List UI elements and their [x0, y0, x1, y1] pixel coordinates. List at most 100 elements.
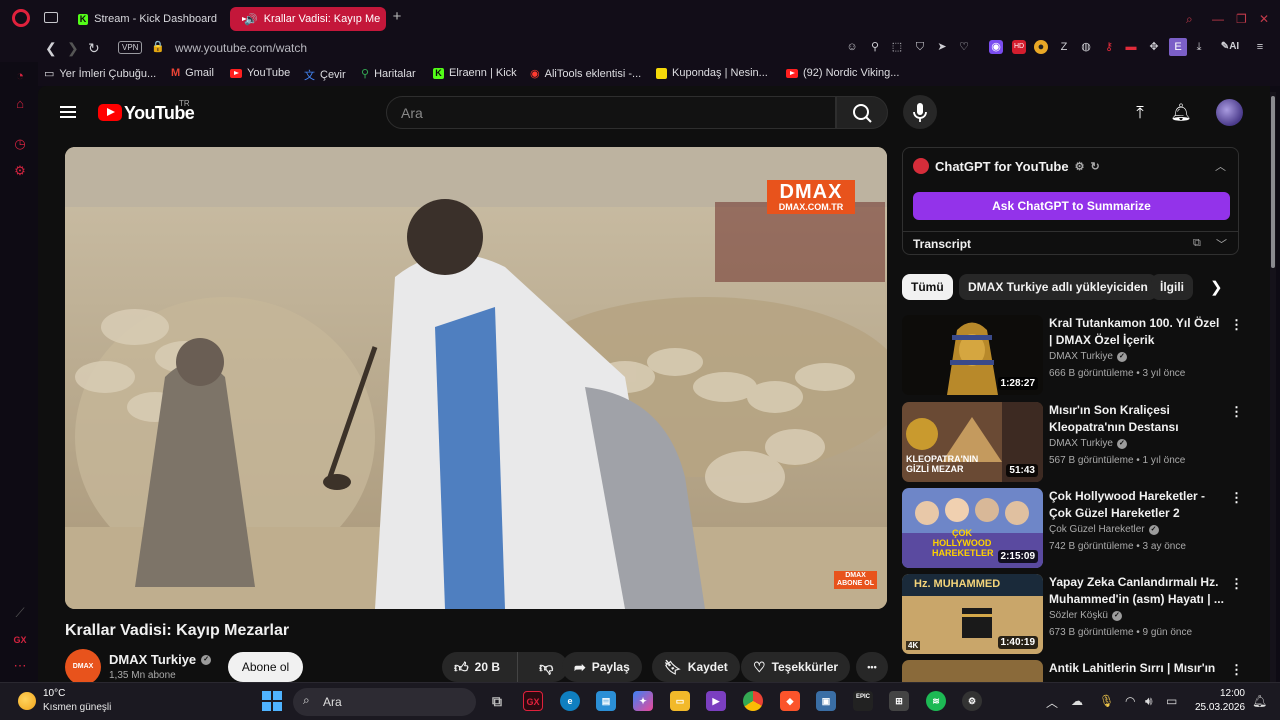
recommendation-title[interactable]: Antik Lahitlerin Sırrı | Mısır'ın [1049, 660, 1224, 677]
recommendation-title[interactable]: Mısır'ın Son Kraliçesi Kleopatra'nın Des… [1049, 402, 1224, 436]
minimize-button[interactable]: — [1212, 12, 1224, 26]
hamburger-menu-icon[interactable] [60, 106, 76, 118]
url-field[interactable]: www.youtube.com/watch [175, 41, 307, 55]
weather-sun-icon[interactable] [18, 692, 36, 710]
history-icon[interactable]: ◷ [12, 136, 28, 152]
notepad-icon[interactable]: ▤ [596, 691, 616, 711]
extensions-puzzle-icon[interactable]: ✥ [1147, 40, 1161, 54]
search-button[interactable] [836, 96, 888, 129]
windows-start-button[interactable] [262, 691, 282, 711]
clock-date[interactable]: 25.03.2026 [1195, 702, 1245, 713]
bookmark-folder[interactable]: ▭ Yer İmleri Çubuğu... [44, 67, 156, 81]
ai-button[interactable]: ✎AI [1216, 40, 1244, 54]
bookmark-translate[interactable]: 文 Çevir [304, 67, 346, 83]
more-actions-button[interactable]: ••• [856, 652, 888, 682]
tab-youtube-active[interactable]: 🔊 Krallar Vadisi: Kayıp Me [230, 7, 386, 31]
bookmark-kick[interactable]: K Elraenn | Kick [433, 67, 517, 79]
page-scrollbar-thumb[interactable] [1271, 96, 1275, 268]
send-icon[interactable]: ➤ [935, 40, 949, 54]
copy-icon[interactable]: ⧉ [1193, 237, 1201, 250]
onedrive-cloud-icon[interactable]: ☁ [1071, 694, 1083, 708]
bookmark-youtube[interactable]: YouTube [230, 67, 290, 79]
refresh-icon[interactable]: ↻ [1090, 160, 1099, 173]
copilot-icon[interactable]: ✦ [633, 691, 653, 711]
menu-icon[interactable]: ≡ [1253, 40, 1267, 54]
shield-icon[interactable]: ⛉ [913, 40, 927, 54]
kebab-menu-icon[interactable]: ⋮ [1230, 404, 1243, 420]
task-view-icon[interactable]: ⧉ [487, 691, 507, 711]
channel-avatar[interactable]: DMAX [65, 649, 101, 682]
user-avatar[interactable] [1216, 99, 1243, 126]
opera-gx-taskbar-icon[interactable]: GX [523, 691, 543, 711]
gx-label[interactable]: GX [12, 632, 28, 648]
video-thumbnail[interactable] [902, 660, 1043, 682]
new-tab-button[interactable]: + [390, 9, 404, 24]
bookmark-nordic-viking[interactable]: (92) Nordic Viking... [786, 67, 899, 79]
gx-control-icon[interactable]: ◔ [12, 68, 28, 84]
forward-button[interactable]: ❯ [67, 40, 79, 57]
microsoft-store-icon[interactable]: ⊞ [889, 691, 909, 711]
settings-gear-icon[interactable]: ⚙ [1075, 160, 1085, 173]
remote-desktop-icon[interactable]: ▣ [816, 691, 836, 711]
globe-icon[interactable]: ◍ [1079, 40, 1093, 54]
weather-temperature[interactable]: 10°C [43, 688, 65, 699]
chips-next-chevron-icon[interactable]: ❯ [1210, 278, 1223, 296]
video-player[interactable]: DMAX DMAX.COM.TR DMAX ABONE OL [65, 147, 887, 609]
thanks-button[interactable]: ♡ Teşekkürler [741, 652, 851, 682]
kebab-menu-icon[interactable]: ⋮ [1230, 317, 1243, 333]
maximize-button[interactable]: ❐ [1236, 12, 1247, 26]
recommendation-item[interactable]: KLEOPATRA'NIN GİZLİ MEZAR 51:43 Mısır'ın… [902, 402, 1243, 482]
search-input[interactable] [401, 104, 835, 121]
lock-icon[interactable]: 🔒 [151, 40, 165, 53]
profile-e-icon[interactable]: E [1169, 38, 1187, 56]
reload-button[interactable]: ↻ [88, 40, 100, 57]
kebab-menu-icon[interactable]: ⋮ [1230, 490, 1243, 506]
battery-icon[interactable]: ▭ [1166, 694, 1177, 708]
collapse-chevron-icon[interactable]: ︿ [1215, 158, 1226, 174]
kebab-menu-icon[interactable]: ⋮ [1230, 576, 1243, 592]
close-window-button[interactable]: ✕ [1259, 12, 1269, 26]
notifications-icon[interactable]: 🔔︎ [1252, 694, 1267, 708]
recommendation-item[interactable]: ÇOK HOLLYWOOD HAREKETLER 2:15:09 Çok Hol… [902, 488, 1243, 568]
search-tabs-icon[interactable]: ⌕ [1186, 12, 1193, 27]
recommendation-title[interactable]: Yapay Zeka Canlandırmalı Hz. Muhammed'in… [1049, 574, 1224, 608]
tab-kick-dashboard[interactable]: K Stream - Kick Dashboard [70, 7, 225, 31]
chrome-icon[interactable] [743, 691, 763, 711]
voice-search-button[interactable] [903, 95, 937, 129]
emoji-icon[interactable]: ☺ [845, 40, 859, 54]
recommendation-item[interactable]: Hz. MUHAMMED 4K 1:40:19 Yapay Zeka Canla… [902, 574, 1243, 654]
twitch-icon[interactable]: ⌂ [12, 96, 28, 112]
bookmark-alitools[interactable]: ◉ AliTools eklentisi -... [530, 67, 641, 81]
tab-islands-icon[interactable] [44, 12, 58, 23]
chip-from-uploader[interactable]: DMAX Turkiye adlı yükleyiciden [959, 274, 1157, 300]
settings-gear-icon[interactable]: ⚙ [12, 163, 28, 179]
chip-all[interactable]: Tümü [902, 274, 953, 300]
microphone-tray-icon[interactable]: 🎙︎ [1099, 694, 1114, 708]
video-thumbnail[interactable]: ÇOK HOLLYWOOD HAREKETLER 2:15:09 [902, 488, 1043, 568]
chevron-down-icon[interactable]: ﹀ [1216, 236, 1227, 252]
edge-icon[interactable]: e [560, 691, 580, 711]
youtube-logo-icon[interactable] [98, 104, 122, 121]
volume-icon[interactable]: 🔊︎ [1145, 694, 1153, 709]
camera-extension-icon[interactable]: ◉ [989, 40, 1003, 54]
chip-related[interactable]: İlgili [1151, 274, 1193, 300]
honey-extension-icon[interactable]: ● [1034, 40, 1048, 54]
steam-icon[interactable]: ⚙ [962, 691, 982, 711]
clock-time[interactable]: 12:00 [1219, 688, 1245, 699]
weather-description[interactable]: Kısmen güneşli [43, 702, 111, 713]
bookmark-kupondas[interactable]: Kupondaş | Nesin... [656, 67, 768, 79]
recommendation-item[interactable]: 1:28:27 Kral Tutankamon 100. Yıl Özel | … [902, 315, 1243, 395]
hd-extension-icon[interactable]: HD [1012, 40, 1026, 54]
recommendation-title[interactable]: Kral Tutankamon 100. Yıl Özel | DMAX Öze… [1049, 315, 1224, 349]
channel-name-link[interactable]: DMAX Turkiye ✓ [109, 652, 212, 667]
chevron-up-icon[interactable]: ︿ [1046, 694, 1058, 711]
subscribe-button[interactable]: Abone ol [228, 652, 303, 682]
bookmark-maps[interactable]: ⚲ Haritalar [361, 67, 416, 81]
back-button[interactable]: ❮ [45, 40, 57, 57]
vpn-badge[interactable]: VPN [118, 41, 143, 54]
heart-icon[interactable]: ♡ [957, 40, 971, 54]
epic-games-icon[interactable]: EPIC [853, 691, 873, 711]
wifi-icon[interactable]: ◠ [1125, 694, 1135, 708]
key-extension-icon[interactable]: ⚷ [1102, 40, 1116, 54]
video-thumbnail[interactable]: Hz. MUHAMMED 4K 1:40:19 [902, 574, 1043, 654]
